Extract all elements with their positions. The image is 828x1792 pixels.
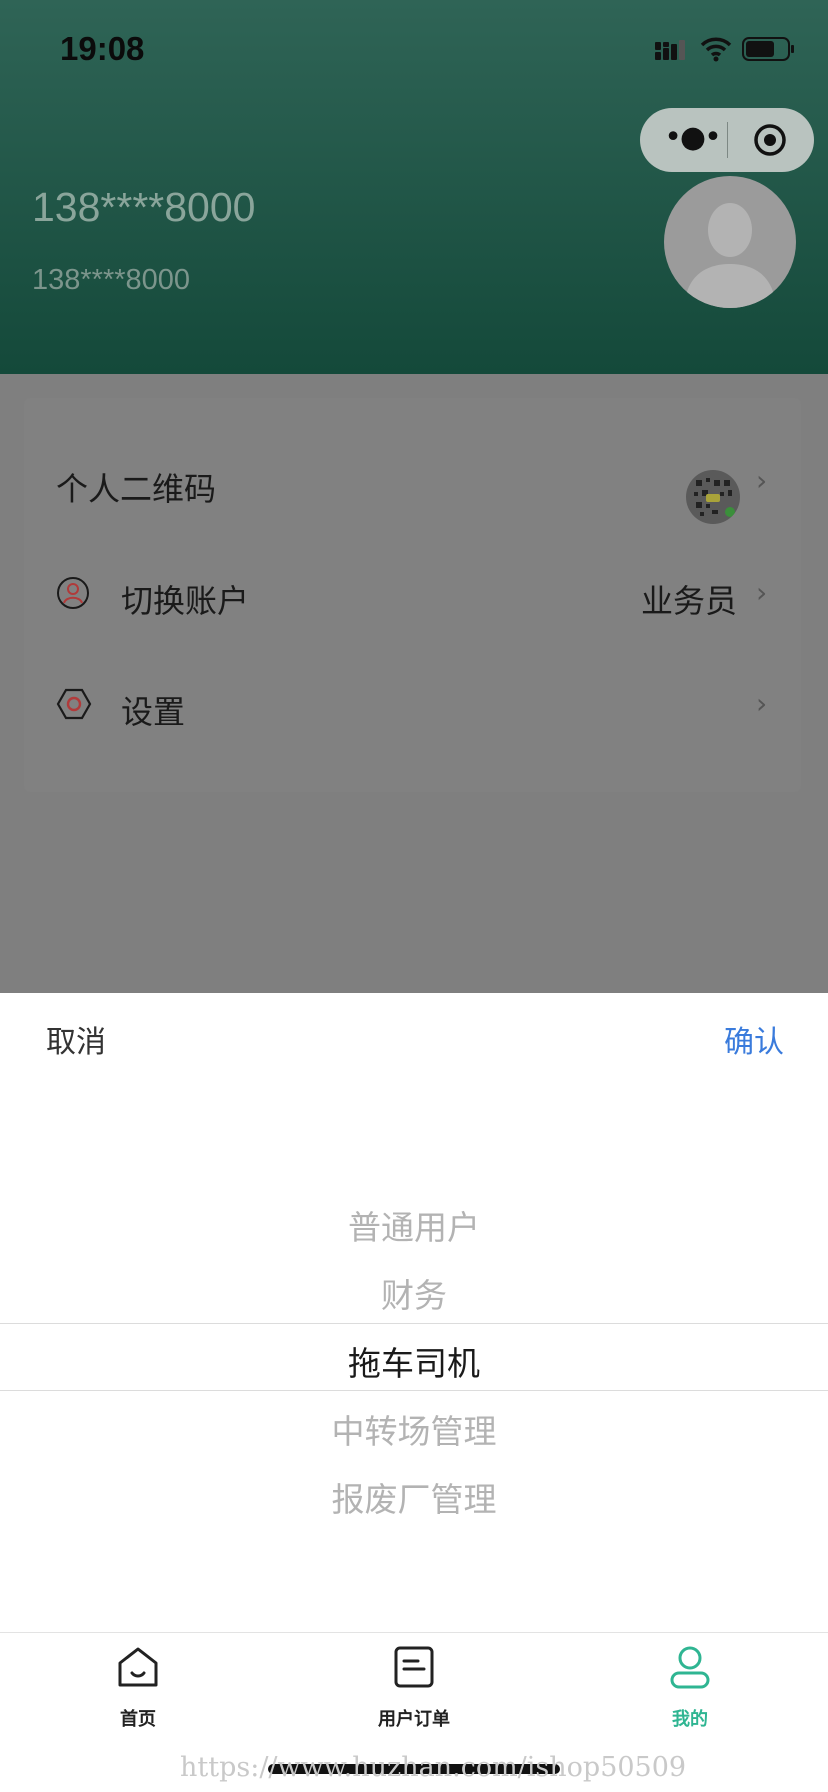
profile-header: 19:08 •●• 138****8000 138****8000 (0, 0, 828, 374)
chevron-right-icon: › (756, 576, 768, 609)
menu-label: 个人二维码 (56, 470, 217, 508)
picker-option-selected[interactable]: 拖车司机 (0, 1337, 828, 1385)
status-time: 19:08 (60, 30, 145, 67)
picker-option[interactable]: 普通用户 (0, 1201, 828, 1249)
menu-row-switch-account[interactable]: 切换账户 业务员 › (24, 540, 801, 650)
profile-icon (670, 1646, 710, 1689)
tab-label: 首页 (120, 1709, 156, 1730)
battery-icon (742, 37, 794, 61)
watermark: https://www.huzhan.com/ishop50509 (180, 1752, 687, 1783)
user-phone: 138****8000 (32, 264, 191, 296)
hexagon-settings-icon (56, 688, 92, 720)
chevron-right-icon: › (756, 687, 768, 720)
tab-home[interactable]: 首页 (68, 1643, 208, 1743)
menu-label: 切换账户 (121, 582, 250, 620)
tab-user-orders[interactable]: 用户订单 (344, 1643, 484, 1743)
user-name: 138****8000 (32, 184, 256, 230)
cellular-signal-icon (655, 40, 685, 60)
default-avatar-icon (684, 203, 776, 308)
qr-code-thumbnail (686, 470, 740, 524)
menu-row-settings[interactable]: 设置 › (24, 652, 801, 762)
menu-card: 个人二维码 › 切换账户 业务员 › 设置 › (24, 398, 801, 792)
home-icon (118, 1647, 158, 1687)
tab-mine[interactable]: 我的 (620, 1643, 760, 1743)
menu-label: 设置 (121, 693, 186, 731)
cancel-button[interactable]: 取消 (46, 1017, 106, 1061)
close-target-icon[interactable] (752, 122, 788, 158)
order-icon (394, 1646, 434, 1688)
current-account-role: 业务员 (640, 582, 737, 620)
chevron-right-icon: › (756, 464, 768, 497)
capsule-divider (727, 122, 728, 158)
tab-label: 用户订单 (378, 1709, 450, 1730)
picker-selection-line-bottom (0, 1390, 828, 1391)
menu-row-qr-code[interactable]: 个人二维码 › (24, 420, 801, 530)
avatar[interactable] (664, 176, 796, 308)
more-dots-icon[interactable]: •●• (664, 108, 722, 172)
status-bar: 19:08 (0, 0, 828, 100)
tab-label: 我的 (672, 1709, 708, 1730)
confirm-button[interactable]: 确认 (724, 1017, 784, 1061)
picker-option[interactable]: 财务 (0, 1269, 828, 1317)
mini-program-capsule: •●• (640, 108, 814, 172)
wifi-icon (700, 37, 732, 62)
role-picker-sheet: 取消 确认 普通用户 财务 拖车司机 中转场管理 报废厂管理 (0, 993, 828, 1633)
picker-option[interactable]: 中转场管理 (0, 1405, 828, 1453)
picker-option[interactable]: 报废厂管理 (0, 1473, 828, 1521)
user-circle-icon (57, 577, 89, 609)
picker-selection-line-top (0, 1323, 828, 1324)
